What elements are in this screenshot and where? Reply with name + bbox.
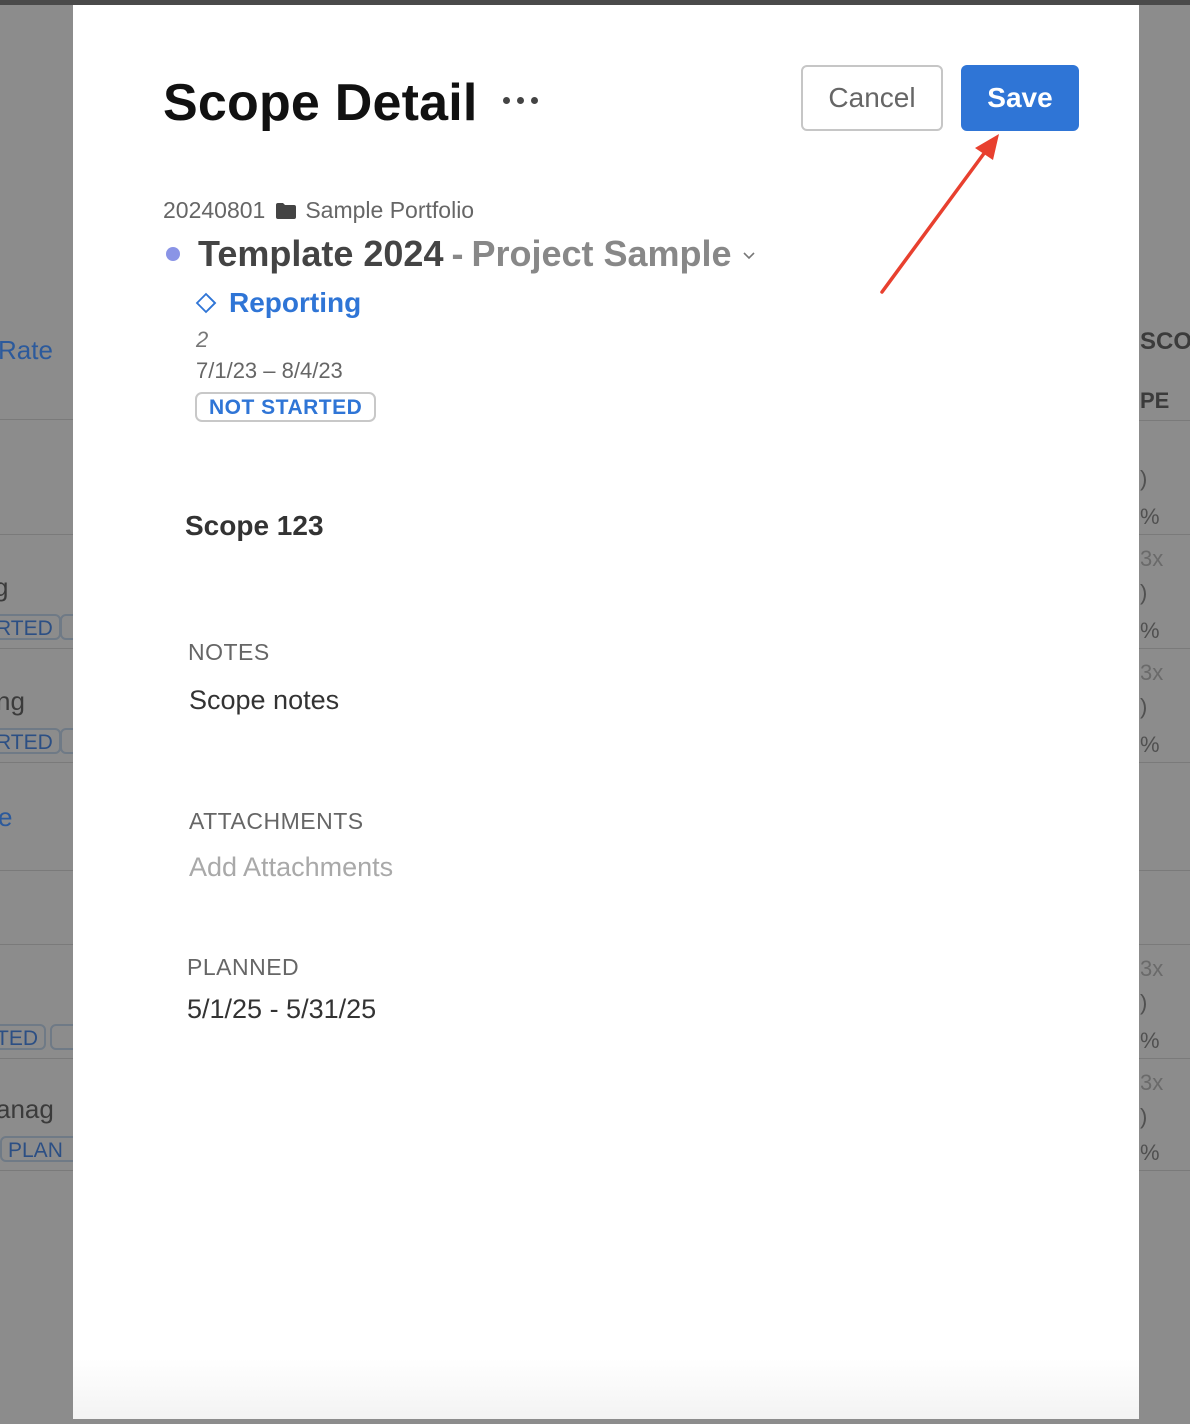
bg-divider	[1139, 870, 1190, 871]
bg-text: g	[0, 572, 9, 602]
breadcrumb: 20240801 Sample Portfolio	[163, 197, 474, 224]
planned-label: PLANNED	[187, 954, 300, 980]
bg-right-text: 3x	[1140, 956, 1164, 981]
modal-bottom-fade	[73, 1359, 1139, 1419]
more-options-icon[interactable]	[503, 97, 539, 105]
bg-right-text: )	[1140, 466, 1148, 491]
bg-divider	[1139, 1170, 1190, 1171]
chevron-down-icon[interactable]	[742, 251, 756, 261]
bg-right-text: PE	[1140, 388, 1170, 413]
bg-divider	[0, 870, 73, 871]
bg-status-pill: TED	[0, 1024, 46, 1050]
attachments-label: ATTACHMENTS	[189, 808, 364, 834]
bg-right-text: %	[1140, 618, 1160, 643]
status-badge: NOT STARTED	[195, 392, 377, 422]
bg-text-rate: Rate	[0, 335, 53, 365]
bg-status-pill: RTED	[0, 614, 61, 640]
phase-link[interactable]: Reporting	[195, 287, 361, 319]
bg-right-text: %	[1140, 504, 1160, 529]
project-selector[interactable]: Template 2024 - Project Sample	[166, 233, 756, 275]
bg-divider	[1139, 944, 1190, 945]
bg-divider	[0, 419, 73, 420]
bg-divider	[1139, 534, 1190, 535]
project-color-dot	[166, 247, 180, 261]
planned-dates[interactable]: 5/1/25 - 5/31/25	[187, 994, 376, 1025]
bg-right-text: )	[1140, 580, 1148, 605]
bg-right-text: )	[1140, 1104, 1148, 1129]
notes-label: NOTES	[188, 639, 270, 665]
project-subtitle: Project Sample	[471, 233, 732, 274]
bg-right-text: %	[1140, 1028, 1160, 1053]
phase-diamond-icon	[195, 292, 217, 314]
bg-divider	[1139, 762, 1190, 763]
folder-icon	[276, 202, 297, 219]
bg-status-pill: RTED	[0, 728, 61, 754]
bg-right-text: %	[1140, 1140, 1160, 1165]
bg-right-text: %	[1140, 732, 1160, 757]
bg-divider	[0, 762, 73, 763]
cancel-button[interactable]: Cancel	[801, 65, 943, 131]
add-attachments-link[interactable]: Add Attachments	[189, 852, 393, 883]
breadcrumb-portfolio[interactable]: Sample Portfolio	[305, 197, 474, 224]
bg-divider	[0, 648, 73, 649]
scope-name[interactable]: Scope 123	[185, 510, 324, 542]
bg-divider	[0, 1058, 73, 1059]
bg-right-text: 3x	[1140, 1070, 1164, 1095]
scope-detail-modal: Scope Detail Cancel Save 20240801 Sample…	[73, 5, 1139, 1419]
bg-divider	[0, 534, 73, 535]
phase-label[interactable]: Reporting	[229, 287, 361, 319]
bg-divider	[1139, 420, 1190, 421]
bg-text: e	[0, 802, 13, 832]
bg-text: ng	[0, 686, 25, 716]
bg-right-text: SCO	[1140, 328, 1190, 355]
notes-value[interactable]: Scope notes	[189, 685, 339, 716]
phase-number: 2	[196, 327, 209, 352]
modal-title: Scope Detail	[163, 74, 478, 132]
save-button[interactable]: Save	[961, 65, 1079, 131]
breadcrumb-code: 20240801	[163, 197, 266, 223]
project-separator: -	[451, 233, 464, 274]
bg-divider	[0, 944, 73, 945]
bg-divider	[1139, 648, 1190, 649]
bg-divider	[0, 1170, 73, 1171]
bg-right-text: 3x	[1140, 546, 1164, 571]
phase-dates: 7/1/23 – 8/4/23	[196, 358, 343, 383]
project-name: Template 2024	[198, 233, 444, 274]
bg-divider	[1139, 1058, 1190, 1059]
bg-right-text: 3x	[1140, 660, 1164, 685]
bg-text: anag	[0, 1094, 54, 1124]
bg-right-text: )	[1140, 694, 1148, 719]
bg-right-text: )	[1140, 990, 1148, 1015]
